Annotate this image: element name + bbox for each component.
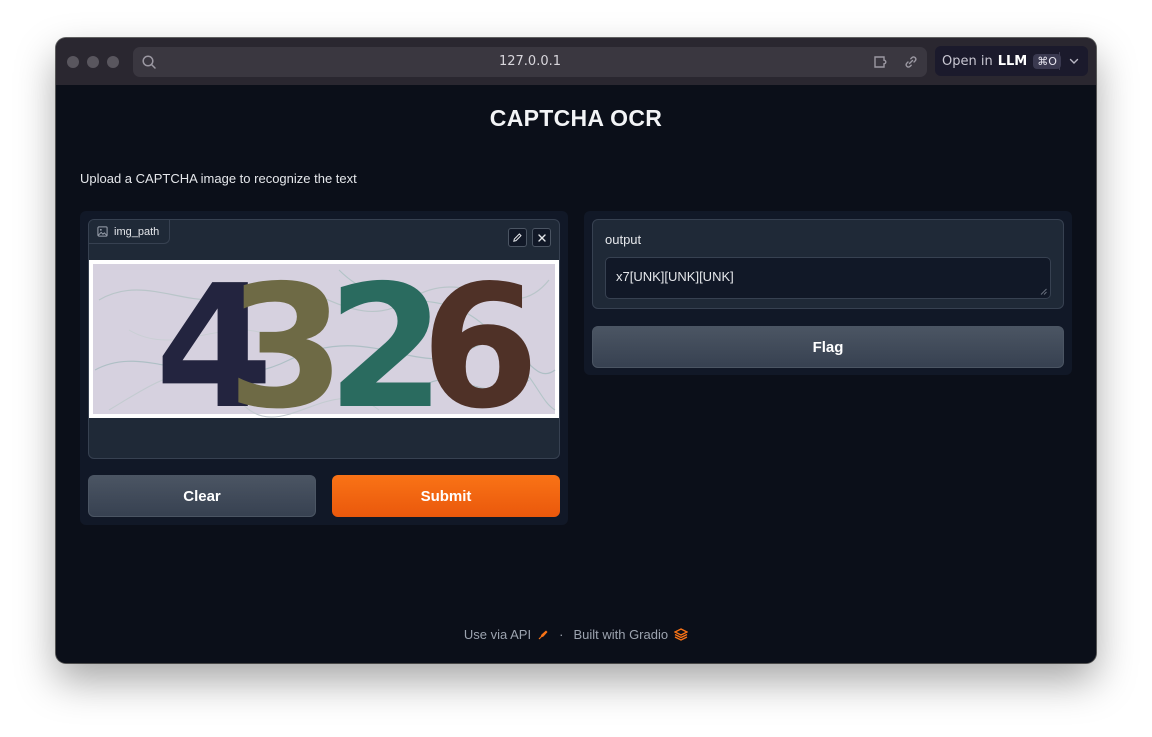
rocket-icon (538, 630, 548, 639)
edit-image-button[interactable] (508, 228, 527, 247)
captcha-char: 6 (421, 260, 539, 418)
output-value: x7[UNK][UNK][UNK] (616, 269, 734, 284)
page-description: Upload a CAPTCHA image to recognize the … (80, 171, 357, 186)
output-box: output x7[UNK][UNK][UNK] (592, 219, 1064, 309)
image-upload[interactable]: img_path 4 3 2 6 (88, 219, 560, 459)
pencil-icon (513, 233, 522, 242)
image-toolbar (508, 228, 551, 247)
gradio-logo-icon (674, 628, 689, 641)
image-label-text: img_path (114, 225, 160, 238)
use-via-api-link[interactable]: Use via API (464, 627, 531, 642)
chevron-down-icon[interactable] (1068, 55, 1080, 67)
browser-titlebar: 127.0.0.1 Open in LLM ⌘O (56, 38, 1096, 85)
browser-window: 127.0.0.1 Open in LLM ⌘O CAPTCHA OCR Upl… (56, 38, 1096, 663)
footer: Use via API · Built with Gradio (56, 627, 1096, 642)
input-panel: img_path 4 3 2 6 Clear Submit (80, 211, 568, 525)
image-icon (97, 226, 108, 237)
output-textbox[interactable]: x7[UNK][UNK][UNK] (605, 257, 1051, 299)
open-in-llm-button[interactable]: Open in LLM ⌘O (935, 46, 1088, 76)
link-icon[interactable] (903, 54, 919, 70)
image-label: img_path (89, 220, 171, 244)
minimize-window-button[interactable] (87, 56, 99, 68)
remove-image-button[interactable] (532, 228, 551, 247)
flag-button[interactable]: Flag (592, 326, 1064, 368)
open-in-app: LLM (997, 53, 1028, 69)
output-label: output (605, 232, 642, 247)
address-bar[interactable]: 127.0.0.1 (133, 47, 927, 77)
divider (1059, 52, 1060, 70)
extension-icon[interactable] (873, 54, 891, 70)
close-window-button[interactable] (67, 56, 79, 68)
page-content: CAPTCHA OCR Upload a CAPTCHA image to re… (56, 85, 1096, 663)
shortcut-badge: ⌘O (1033, 53, 1061, 69)
submit-button[interactable]: Submit (332, 475, 560, 517)
built-with-gradio-link[interactable]: Built with Gradio (573, 627, 668, 642)
output-panel: output x7[UNK][UNK][UNK] Flag (584, 211, 1072, 375)
close-icon (537, 233, 546, 242)
resize-handle-icon[interactable] (1040, 288, 1047, 295)
page-title: CAPTCHA OCR (489, 105, 663, 131)
window-controls (67, 56, 119, 68)
captcha-image: 4 3 2 6 (89, 260, 559, 418)
maximize-window-button[interactable] (107, 56, 119, 68)
url-text: 127.0.0.1 (498, 54, 562, 69)
open-in-label: Open in (942, 53, 993, 69)
clear-button[interactable]: Clear (88, 475, 316, 517)
footer-separator: · (559, 627, 564, 642)
